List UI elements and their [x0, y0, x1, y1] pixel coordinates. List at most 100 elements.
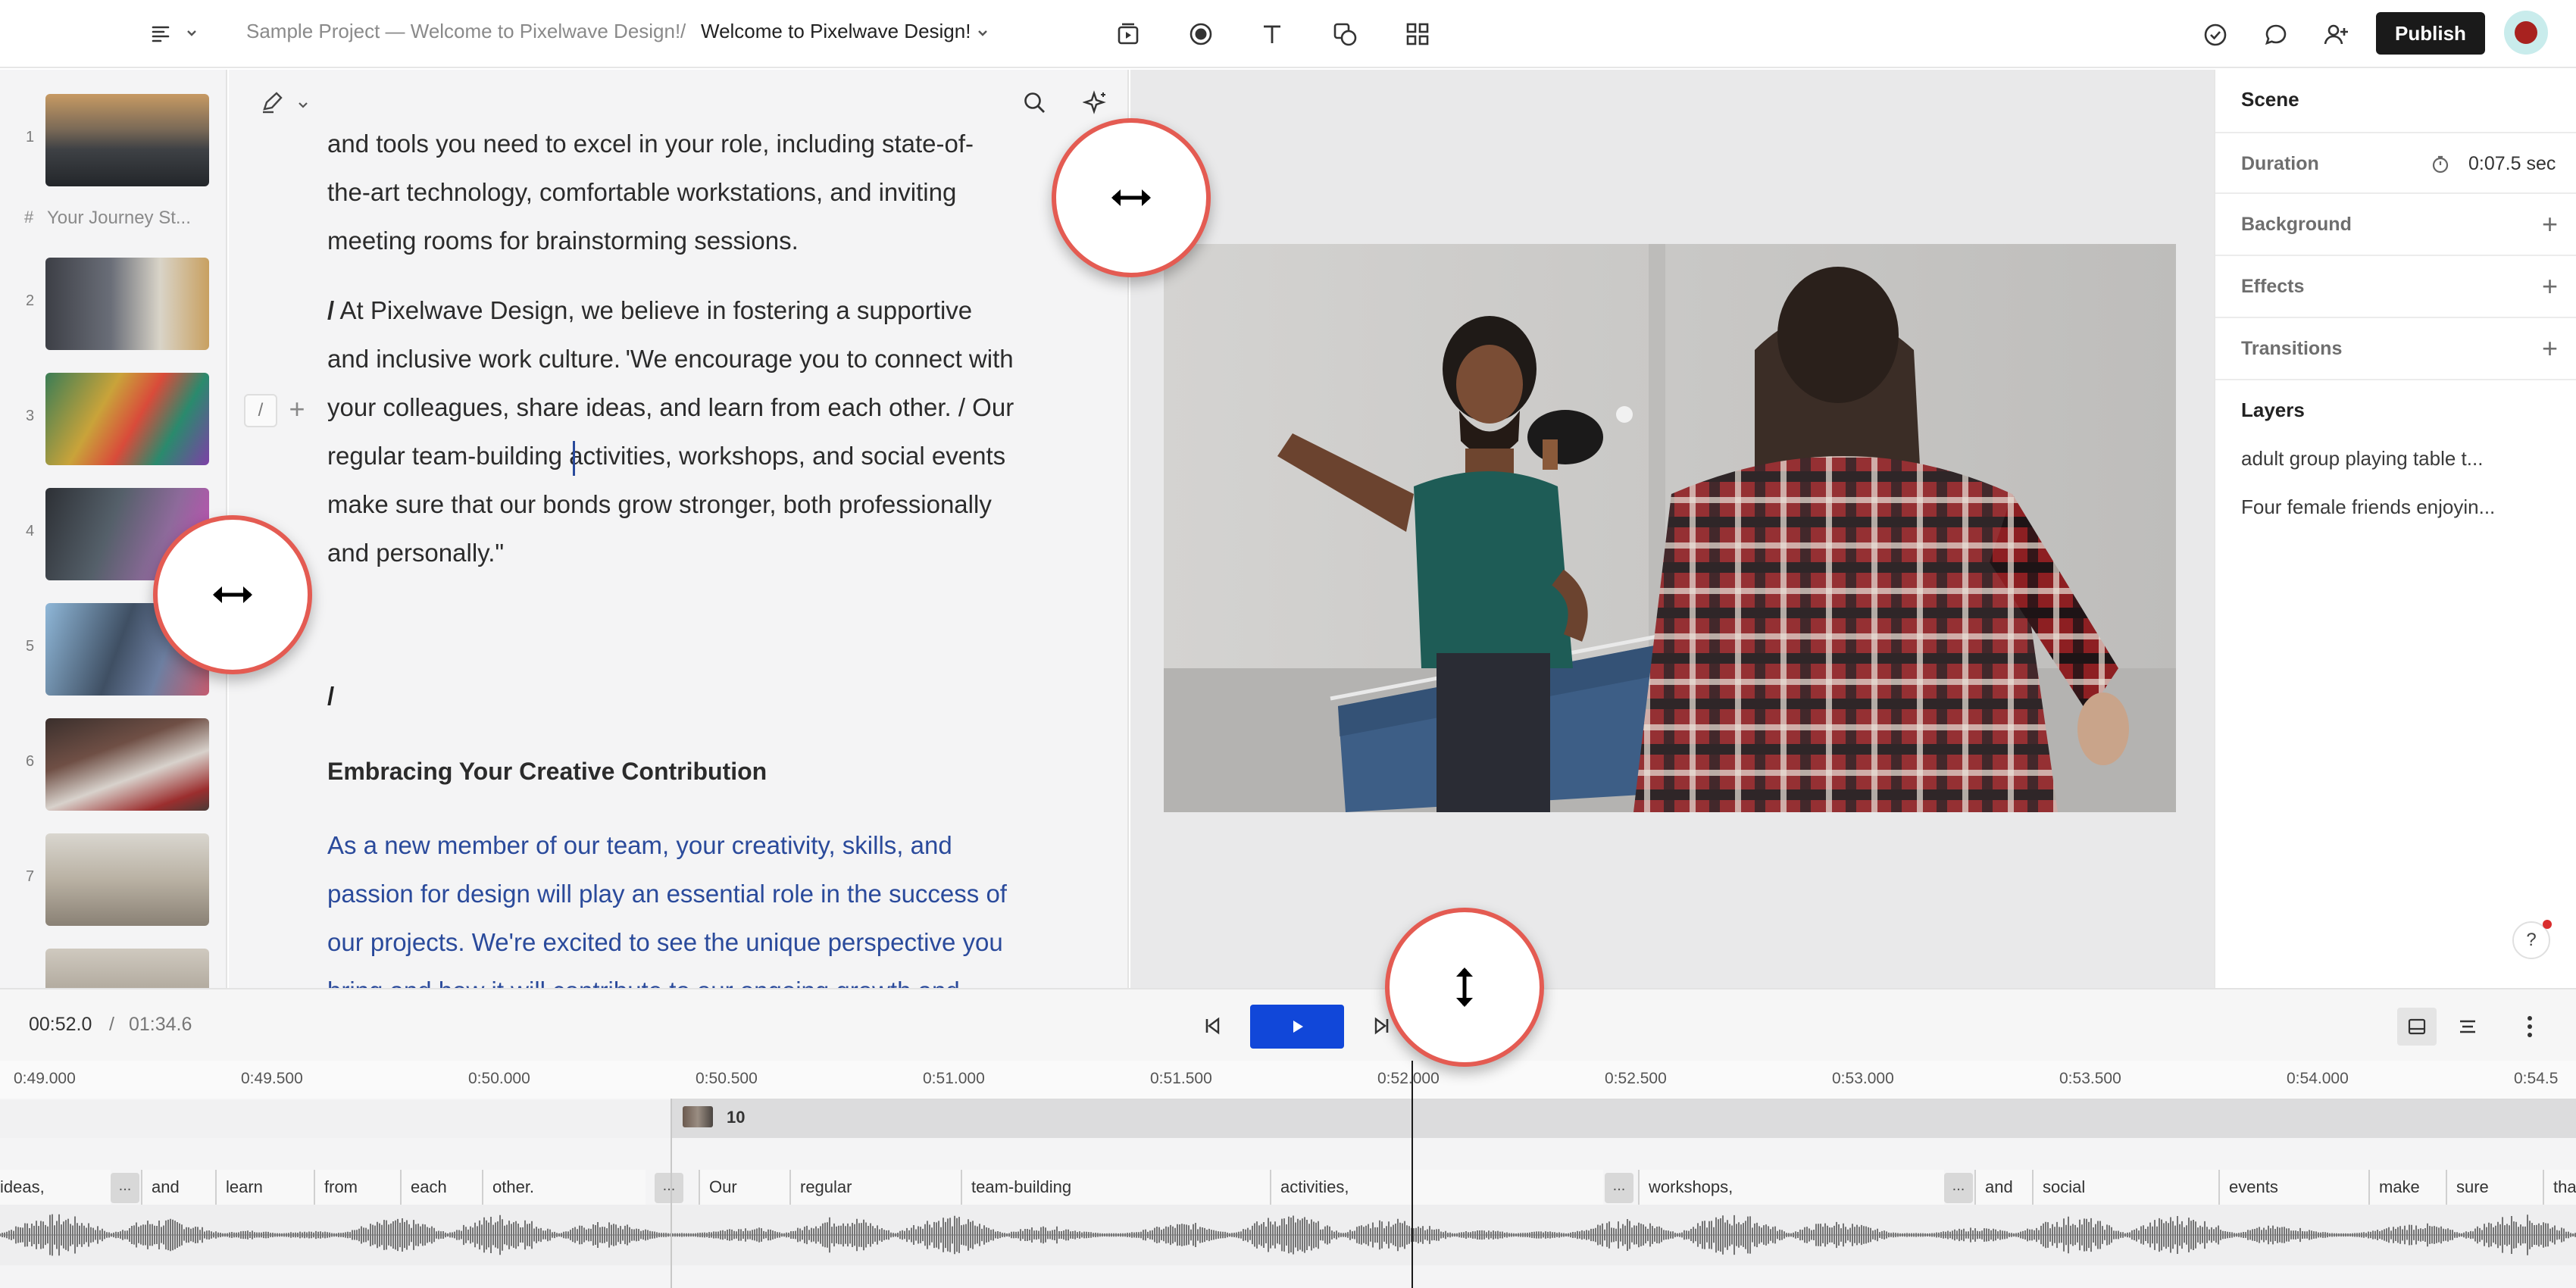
scene-break-marker: /: [327, 296, 335, 324]
layout-view-icon[interactable]: [2397, 1008, 2437, 1046]
word-clip[interactable]: and: [1974, 1170, 2032, 1205]
chevron-down-icon[interactable]: [182, 23, 202, 42]
total-time: 01:34.6: [129, 1014, 192, 1035]
word-clip[interactable]: and: [141, 1170, 215, 1205]
text-line: our projects. We're excited to see the u…: [327, 928, 1003, 956]
sidebar-resize-handle[interactable]: [153, 515, 312, 674]
editor-canvas-resize-handle[interactable]: [1052, 118, 1211, 277]
effects-row[interactable]: Effects +: [2215, 256, 2576, 318]
time-tick: 0:54.5: [2514, 1070, 2559, 1087]
scene-clip[interactable]: 10: [671, 1099, 2576, 1138]
sparkle-icon[interactable]: [1080, 88, 1111, 118]
more-options-icon[interactable]: [2511, 1008, 2549, 1046]
skip-back-icon[interactable]: [1196, 1009, 1229, 1043]
text-icon[interactable]: [1255, 17, 1290, 52]
time-tick: 0:52.000: [1377, 1070, 1440, 1087]
word-clip[interactable]: social: [2032, 1170, 2218, 1205]
add-background-icon[interactable]: +: [2542, 211, 2558, 238]
record-icon[interactable]: [1183, 17, 1218, 52]
text-line: bring and how it will contribute to our …: [327, 967, 1062, 988]
check-circle-icon[interactable]: [2199, 18, 2232, 52]
scene-clip-thumbnail: [683, 1106, 713, 1127]
word-clip[interactable]: Our: [699, 1170, 789, 1205]
pen-chevron-down-icon[interactable]: [295, 97, 311, 112]
word-clip[interactable]: learn: [215, 1170, 314, 1205]
player-bar: 00:52.0 / 01:34.6: [0, 988, 2576, 1061]
word-clip[interactable]: sure: [2446, 1170, 2543, 1205]
grid-icon[interactable]: [1400, 17, 1435, 52]
project-breadcrumb[interactable]: Sample Project — Welcome to Pixelwave De…: [246, 20, 680, 43]
gap-marker[interactable]: ...: [655, 1173, 683, 1203]
time-ruler[interactable]: 0:49.000 0:49.500 0:50.000 0:50.500 0:51…: [0, 1061, 2576, 1099]
breadcrumb-separator: /: [680, 20, 686, 42]
gap-marker[interactable]: ...: [1944, 1173, 1973, 1203]
background-row[interactable]: Background +: [2215, 194, 2576, 256]
slide-number: 4: [26, 523, 35, 539]
word-clip[interactable]: make: [2368, 1170, 2446, 1205]
word-clip[interactable]: activities,: [1270, 1170, 1603, 1205]
add-effect-icon[interactable]: +: [2542, 273, 2558, 300]
time-tick: 0:52.500: [1605, 1070, 1667, 1087]
time-tick: 0:54.000: [2287, 1070, 2349, 1087]
add-user-icon[interactable]: [2320, 18, 2353, 52]
slide-thumbnail[interactable]: [45, 373, 209, 465]
scene-title: Scene: [2241, 88, 2299, 111]
layer-item[interactable]: adult group playing table t...: [2241, 447, 2483, 470]
transitions-row[interactable]: Transitions +: [2215, 318, 2576, 380]
word-clip[interactable]: team-building: [961, 1170, 1270, 1205]
play-button[interactable]: [1250, 1005, 1344, 1049]
timeline-resize-handle[interactable]: [1385, 908, 1544, 1067]
duration-value[interactable]: 0:07.5 sec: [2468, 153, 2556, 175]
word-clip[interactable]: regular: [789, 1170, 961, 1205]
pen-icon[interactable]: [259, 89, 285, 115]
shapes-icon[interactable]: [1327, 17, 1362, 52]
section-hash: #: [24, 208, 34, 227]
duration-label: Duration: [2241, 153, 2319, 174]
avatar[interactable]: [2504, 11, 2548, 55]
word-clip[interactable]: tha: [2543, 1170, 2576, 1205]
time-tick: 0:50.000: [468, 1070, 530, 1087]
align-view-icon[interactable]: [2449, 1008, 2487, 1046]
playhead[interactable]: [1411, 1061, 1413, 1288]
layer-item[interactable]: Four female friends enjoyin...: [2241, 496, 2495, 519]
text-cursor: [573, 441, 575, 476]
time-tick: 0:49.000: [14, 1070, 76, 1087]
slide-thumbnail[interactable]: [45, 949, 209, 988]
properties-panel: Scene Duration 0:07.5 sec Background + E…: [2214, 70, 2576, 988]
script-editor[interactable]: and tools you need to excel in your role…: [229, 70, 1129, 988]
comment-icon[interactable]: [2259, 18, 2293, 52]
text-line: meeting rooms for brainstorming sessions…: [327, 227, 799, 255]
time-separator: /: [109, 1014, 114, 1035]
gap-marker[interactable]: ...: [1605, 1173, 1633, 1203]
add-transition-icon[interactable]: +: [2542, 335, 2558, 362]
time-tick: 0:53.000: [1832, 1070, 1894, 1087]
preview-icon[interactable]: [1111, 17, 1146, 52]
search-icon[interactable]: [1020, 88, 1050, 118]
text-line: At Pixelwave Design, we believe in foste…: [334, 296, 973, 324]
track-gap: [0, 1138, 2576, 1170]
word-clip[interactable]: each: [400, 1170, 482, 1205]
scene-preview-image[interactable]: [1164, 244, 2176, 812]
word-clip[interactable]: other.: [482, 1170, 646, 1205]
slide-thumbnail[interactable]: [45, 718, 209, 811]
timeline[interactable]: 0:49.000 0:49.500 0:50.000 0:50.500 0:51…: [0, 1061, 2576, 1288]
word-clip[interactable]: workshops,: [1638, 1170, 1944, 1205]
section-label[interactable]: Your Journey St...: [47, 208, 191, 229]
gap-marker[interactable]: ...: [111, 1173, 139, 1203]
background-label: Background: [2241, 214, 2352, 235]
time-tick: 0:51.500: [1150, 1070, 1212, 1087]
gutter-add-button[interactable]: +: [282, 392, 312, 426]
word-clip[interactable]: ideas,: [0, 1170, 111, 1205]
duration-row[interactable]: Duration 0:07.5 sec: [2215, 132, 2576, 194]
document-title[interactable]: Welcome to Pixelwave Design!: [701, 20, 971, 43]
gutter-slash-button[interactable]: /: [244, 394, 277, 427]
word-clip[interactable]: events: [2218, 1170, 2368, 1205]
slide-thumbnail[interactable]: [45, 94, 209, 186]
slide-thumbnail[interactable]: [45, 833, 209, 926]
publish-button[interactable]: Publish: [2376, 12, 2485, 55]
word-clip[interactable]: from: [314, 1170, 400, 1205]
audio-waveform[interactable]: [0, 1205, 2576, 1265]
title-chevron-down-icon[interactable]: [973, 23, 993, 42]
menu-icon[interactable]: [145, 18, 176, 48]
slide-thumbnail[interactable]: [45, 258, 209, 350]
